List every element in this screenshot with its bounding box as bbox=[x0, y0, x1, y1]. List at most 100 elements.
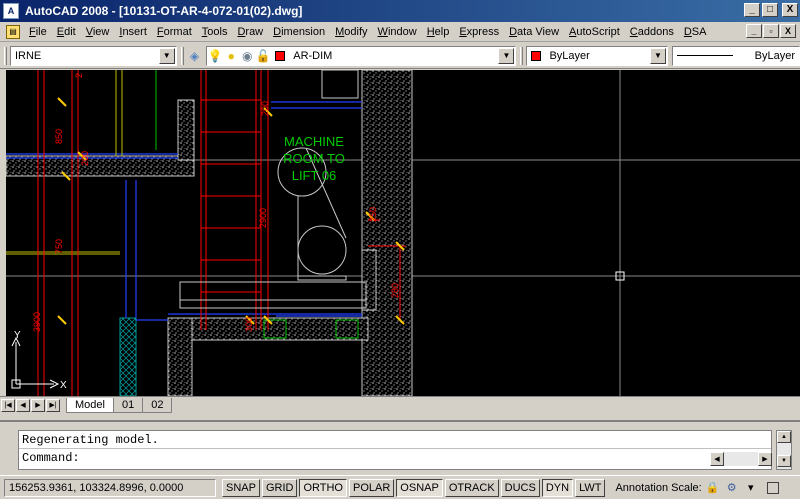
menu-format[interactable]: Format bbox=[152, 26, 197, 38]
menu-file[interactable]: File bbox=[24, 26, 52, 38]
close-button[interactable]: X bbox=[782, 3, 798, 17]
last-tab-icon[interactable]: ▶| bbox=[46, 398, 60, 412]
menu-edit[interactable]: Edit bbox=[52, 26, 81, 38]
menu-insert[interactable]: Insert bbox=[114, 26, 152, 38]
menu-data-view[interactable]: Data View bbox=[504, 26, 564, 38]
prev-tab-icon[interactable]: ◀ bbox=[16, 398, 30, 412]
dim-label: 200 bbox=[80, 151, 90, 166]
scroll-track[interactable] bbox=[724, 452, 758, 466]
layout-tab-bar: |◀ ◀ ▶ ▶| Model 01 02 bbox=[0, 396, 800, 413]
restore-button[interactable]: □ bbox=[762, 3, 778, 17]
wall-bottom-left bbox=[167, 317, 193, 396]
annotation-scale-label: Annotation Scale: bbox=[615, 481, 702, 494]
horizontal-scrollbar[interactable]: ◀ ▶ bbox=[710, 452, 772, 466]
autocad-app-icon[interactable]: A bbox=[3, 3, 19, 19]
layer-on-icon[interactable]: 💡 bbox=[207, 48, 223, 64]
layer-viewport-freeze-icon[interactable]: ◉ bbox=[239, 48, 255, 64]
layer-properties-icon[interactable]: ◈ bbox=[187, 48, 203, 64]
layers-toolbar: IRNE ▼ ◈ 💡 ● ◉ 🔓 AR-DIM ▼ ByLayer ▼ ByLa… bbox=[0, 43, 800, 69]
status-toggle-snap[interactable]: SNAP bbox=[222, 478, 260, 497]
menu-draw[interactable]: Draw bbox=[232, 26, 268, 38]
next-tab-icon[interactable]: ▶ bbox=[31, 398, 45, 412]
status-toggle-dyn[interactable]: DYN bbox=[541, 478, 574, 497]
toolbar-grip[interactable] bbox=[520, 46, 524, 65]
menu-autoscript[interactable]: AutoScript bbox=[564, 26, 625, 38]
dimension-lines bbox=[37, 70, 406, 396]
chevron-down-icon[interactable]: ▼ bbox=[650, 47, 667, 64]
linetype-value: ByLayer bbox=[754, 49, 796, 62]
drawing-canvas[interactable]: 2 850 750 3900 2900 200 300 200 280 250 … bbox=[6, 70, 800, 396]
status-toggle-otrack[interactable]: OTRACK bbox=[444, 478, 499, 497]
chevron-down-icon[interactable]: ▼ bbox=[498, 47, 515, 64]
scroll-right-icon[interactable]: ▶ bbox=[758, 452, 772, 466]
status-toggle-osnap[interactable]: OSNAP bbox=[396, 478, 443, 497]
window-controls: _ □ X bbox=[744, 3, 798, 17]
scroll-down-icon[interactable]: ▼ bbox=[777, 455, 791, 467]
current-layer-dropdown[interactable]: 💡 ● ◉ 🔓 AR-DIM ▼ bbox=[206, 45, 517, 66]
chevron-down-icon[interactable]: ▼ bbox=[158, 47, 175, 64]
annotation-lock-icon[interactable]: 🔒 bbox=[705, 480, 721, 496]
layer-freeze-icon[interactable]: ● bbox=[223, 48, 239, 64]
chevron-down-icon[interactable]: ▾ bbox=[743, 480, 759, 496]
command-scrollbar[interactable]: ▲ ▼ bbox=[776, 430, 792, 470]
clean-screen-icon[interactable] bbox=[766, 481, 779, 494]
status-toggle-lwt[interactable]: LWT bbox=[575, 478, 606, 497]
machine-room-outline bbox=[179, 70, 377, 311]
dim-label: 280 bbox=[390, 283, 400, 298]
tab-layout-01[interactable]: 01 bbox=[112, 397, 144, 413]
drafting-settings: SNAP GRID ORTHO POLAR OSNAP OTRACK DUCS DYN LWT bbox=[220, 478, 606, 497]
drawing-svg[interactable]: 2 850 750 3900 2900 200 300 200 280 250 … bbox=[6, 70, 800, 396]
doc-restore-button[interactable]: ▫ bbox=[763, 24, 779, 38]
layer-filter-dropdown[interactable]: IRNE ▼ bbox=[9, 45, 177, 66]
color-dropdown[interactable]: ByLayer ▼ bbox=[526, 45, 669, 66]
command-prompt[interactable]: Command: bbox=[19, 449, 771, 467]
scroll-up-icon[interactable]: ▲ bbox=[777, 431, 791, 443]
layer-color-swatch bbox=[275, 50, 286, 61]
coordinate-readout[interactable]: 156253.9361, 103324.8996, 0.0000 bbox=[4, 478, 216, 497]
menu-dsa[interactable]: DSA bbox=[679, 26, 712, 38]
color-value: ByLayer bbox=[549, 49, 590, 62]
toolbar-grip[interactable] bbox=[4, 46, 7, 65]
column-crosshatch bbox=[119, 317, 137, 396]
tab-model[interactable]: Model bbox=[66, 397, 114, 413]
menu-window[interactable]: Window bbox=[373, 26, 422, 38]
doc-minimize-button[interactable]: _ bbox=[746, 24, 762, 38]
layer-lock-icon[interactable]: 🔓 bbox=[255, 48, 271, 64]
dim-label: 3900 bbox=[32, 312, 42, 332]
status-toggle-ducs[interactable]: DUCS bbox=[500, 478, 540, 497]
tab-layout-02[interactable]: 02 bbox=[142, 397, 173, 413]
status-toggle-polar[interactable]: POLAR bbox=[349, 478, 395, 497]
color-swatch bbox=[531, 50, 542, 61]
wall-slab-top bbox=[6, 155, 195, 177]
document-controls: _ ▫ X bbox=[746, 24, 796, 38]
document-icon[interactable]: ▤ bbox=[6, 24, 20, 39]
doc-close-button[interactable]: X bbox=[780, 24, 796, 38]
room-label-group: MACHINE ROOM TO LIFT 06 bbox=[283, 134, 345, 183]
dim-label: 250 bbox=[368, 207, 378, 222]
dim-label: 200 bbox=[260, 101, 270, 116]
ucs-icon bbox=[11, 336, 60, 389]
annotation-visibility-icon[interactable]: ⚙ bbox=[724, 480, 740, 496]
first-tab-icon[interactable]: |◀ bbox=[1, 398, 15, 412]
dimension-text-group: 2 850 750 3900 2900 200 300 200 280 250 bbox=[32, 73, 400, 332]
minimize-button[interactable]: _ bbox=[744, 3, 760, 17]
menu-express[interactable]: Express bbox=[454, 26, 504, 38]
menu-modify[interactable]: Modify bbox=[330, 26, 372, 38]
scroll-left-icon[interactable]: ◀ bbox=[710, 452, 724, 466]
menu-dimension[interactable]: Dimension bbox=[268, 26, 330, 38]
title-bar: A AutoCAD 2008 - [10131-OT-AR-4-072-01(0… bbox=[0, 0, 800, 22]
status-toggle-ortho[interactable]: ORTHO bbox=[299, 478, 347, 497]
command-line-box[interactable]: Regenerating model. Command: bbox=[18, 430, 772, 470]
menu-view[interactable]: View bbox=[81, 26, 115, 38]
room-label-line3: LIFT 06 bbox=[292, 168, 337, 183]
command-window: Regenerating model. Command: ▲ ▼ bbox=[0, 420, 800, 470]
linetype-sample-icon bbox=[677, 55, 734, 56]
menu-caddons[interactable]: Caddons bbox=[625, 26, 679, 38]
menu-help[interactable]: Help bbox=[422, 26, 455, 38]
status-bar: 156253.9361, 103324.8996, 0.0000 SNAP GRI… bbox=[0, 475, 800, 499]
menu-tools[interactable]: Tools bbox=[197, 26, 233, 38]
dim-label: 2 bbox=[74, 73, 84, 78]
status-toggle-grid[interactable]: GRID bbox=[261, 478, 298, 497]
toolbar-grip[interactable] bbox=[180, 46, 184, 65]
linetype-dropdown[interactable]: ByLayer bbox=[672, 45, 800, 66]
